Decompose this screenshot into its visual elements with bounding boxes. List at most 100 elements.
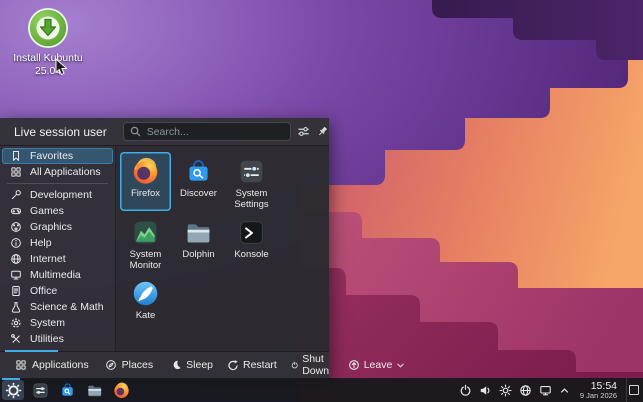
- user-name: Live session user: [14, 124, 107, 139]
- category-sidebar: Favorites All Applications Development G…: [0, 146, 116, 351]
- discover-icon: [61, 382, 73, 396]
- digital-clock[interactable]: 15:54 9 Jan 2026: [579, 379, 617, 400]
- application-launcher-button[interactable]: [2, 380, 24, 400]
- app-tile-kate[interactable]: Kate: [120, 274, 171, 333]
- document-icon: [9, 285, 23, 297]
- sidebar-item-multimedia[interactable]: Multimedia: [2, 267, 113, 283]
- sidebar-item-system[interactable]: System: [2, 315, 113, 331]
- kate-icon: [133, 281, 158, 306]
- sidebar-item-utilities[interactable]: Utilities: [2, 331, 113, 347]
- power-action-label: Shut Down: [302, 353, 330, 377]
- active-tab-indicator: [5, 350, 58, 352]
- grid-icon: [16, 360, 26, 370]
- dolphin-icon: [87, 385, 101, 396]
- favorites-grid: Firefox Discover System Settings System …: [116, 146, 329, 351]
- sidebar-item-label: Utilities: [30, 333, 64, 345]
- tab-label: Applications: [32, 359, 89, 371]
- sidebar-item-label: All Applications: [30, 166, 101, 178]
- task-system-settings[interactable]: [29, 380, 51, 400]
- tools-icon: [9, 333, 23, 345]
- search-icon: [130, 126, 140, 137]
- task-dolphin[interactable]: [83, 380, 105, 400]
- kde-launcher-icon: [5, 382, 21, 398]
- network-icon[interactable]: [519, 384, 532, 397]
- install-kubuntu-shortcut[interactable]: Install Kubuntu 25.04: [6, 6, 90, 78]
- system-settings-icon: [33, 383, 47, 397]
- clock-time: 15:54: [590, 379, 617, 392]
- app-tile-label: System Settings: [234, 188, 269, 210]
- help-icon: [9, 237, 23, 249]
- sidebar-item-label: Help: [30, 237, 52, 249]
- launcher-footer: Applications Places Sleep Restart Shut D…: [0, 350, 405, 378]
- moon-icon: [173, 360, 181, 370]
- sidebar-item-help[interactable]: Help: [2, 235, 113, 251]
- configure-button[interactable]: [297, 123, 310, 141]
- app-tile-label: Konsole: [234, 249, 269, 260]
- discover-icon: [189, 160, 208, 181]
- sidebar-separator: [7, 183, 108, 184]
- taskbar: 15:54 9 Jan 2026: [0, 378, 643, 402]
- brightness-icon[interactable]: [499, 383, 512, 397]
- sidebar-item-internet[interactable]: Internet: [2, 251, 113, 267]
- tab-label: Places: [121, 359, 154, 371]
- bookmark-icon: [9, 150, 23, 162]
- mouse-cursor: [55, 58, 68, 76]
- app-tile-system-monitor[interactable]: System Monitor: [120, 213, 171, 272]
- sidebar-item-all-applications[interactable]: All Applications: [2, 164, 113, 180]
- app-tile-discover[interactable]: Discover: [173, 152, 224, 211]
- app-tile-system-settings[interactable]: System Settings: [226, 152, 277, 211]
- pin-icon: [318, 126, 327, 136]
- search-input[interactable]: [144, 124, 284, 139]
- sidebar-item-development[interactable]: Development: [2, 187, 113, 203]
- sleep-button[interactable]: Sleep: [164, 352, 219, 378]
- app-tile-dolphin[interactable]: Dolphin: [173, 213, 224, 272]
- sidebar-item-label: Multimedia: [30, 269, 81, 281]
- power-action-label: Sleep: [186, 359, 213, 371]
- sidebar-item-favorites[interactable]: Favorites: [2, 148, 113, 164]
- sidebar-item-office[interactable]: Office: [2, 283, 113, 299]
- install-kubuntu-icon: [28, 8, 68, 48]
- sidebar-item-games[interactable]: Games: [2, 203, 113, 219]
- search-field[interactable]: [122, 122, 291, 141]
- sidebar-item-science-math[interactable]: Science & Math: [2, 299, 113, 315]
- tab-applications[interactable]: Applications: [8, 352, 96, 378]
- task-firefox[interactable]: [110, 380, 132, 400]
- show-desktop-button[interactable]: [626, 378, 641, 402]
- konsole-icon: [240, 221, 263, 244]
- launcher-body: Favorites All Applications Development G…: [0, 146, 329, 351]
- power-management-icon[interactable]: [459, 384, 472, 397]
- app-tile-label: Dolphin: [182, 249, 215, 260]
- flask-icon: [9, 301, 23, 313]
- shut-down-button[interactable]: Shut Down: [285, 352, 340, 378]
- app-tile-firefox[interactable]: Firefox: [120, 152, 171, 211]
- wrench-icon: [9, 189, 23, 201]
- globe-icon: [9, 253, 23, 265]
- power-action-label: Restart: [243, 359, 277, 371]
- task-discover[interactable]: [56, 380, 78, 400]
- application-launcher-menu: Live session user Search... Favorites Al…: [0, 118, 405, 378]
- restart-button[interactable]: Restart: [221, 352, 283, 378]
- sidebar-item-label: Games: [30, 205, 64, 217]
- firefox-icon: [133, 157, 158, 184]
- tab-places[interactable]: Places: [98, 352, 161, 378]
- leave-button[interactable]: Leave: [342, 352, 412, 378]
- gear-icon: [9, 317, 23, 329]
- leave-icon: [348, 360, 359, 370]
- pin-button[interactable]: [316, 123, 329, 141]
- expand-tray-icon[interactable]: [559, 385, 570, 396]
- sidebar-item-label: Internet: [30, 253, 66, 265]
- app-tile-konsole[interactable]: Konsole: [226, 213, 277, 272]
- app-tile-label: Discover: [180, 188, 217, 199]
- palette-icon: [9, 221, 23, 233]
- desktop: Install Kubuntu 25.04 Live session user: [0, 0, 643, 402]
- system-settings-icon: [240, 160, 263, 183]
- sidebar-item-label: Favorites: [30, 150, 74, 162]
- display-icon[interactable]: [539, 384, 552, 397]
- volume-icon[interactable]: [479, 384, 492, 397]
- sidebar-item-graphics[interactable]: Graphics: [2, 219, 113, 235]
- clock-date: 9 Jan 2026: [579, 390, 617, 400]
- sidebar-item-label: System: [30, 317, 66, 329]
- firefox-icon: [113, 382, 129, 398]
- app-tile-label: System Monitor: [129, 249, 162, 271]
- sidebar-item-label: Science & Math: [30, 301, 104, 313]
